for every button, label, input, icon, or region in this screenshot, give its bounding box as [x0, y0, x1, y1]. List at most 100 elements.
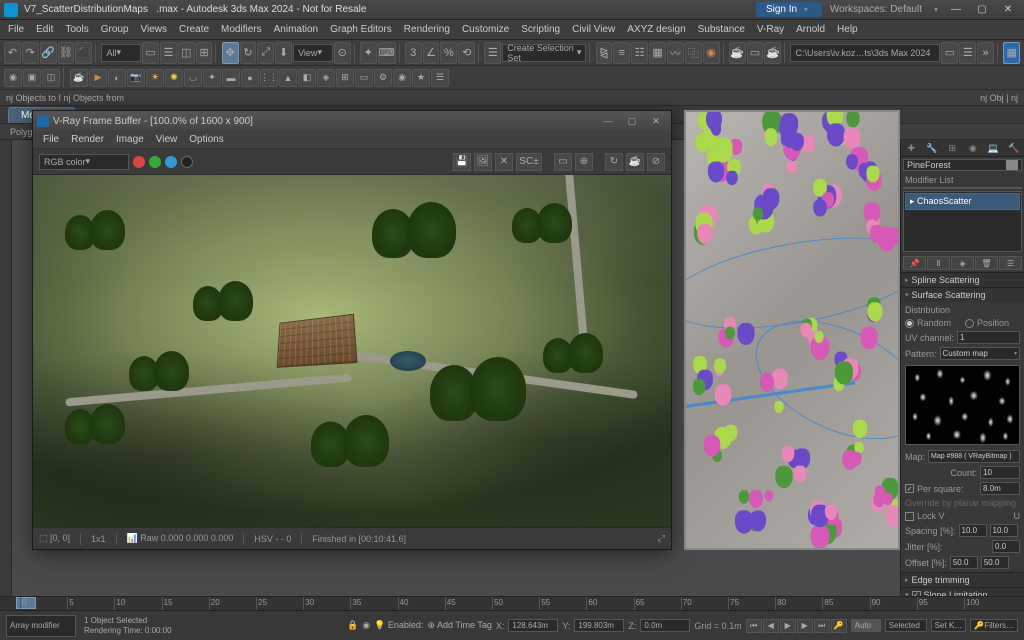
- vray-lister[interactable]: ☰: [431, 69, 449, 87]
- play-icon[interactable]: ▶: [780, 619, 796, 633]
- vfb-menu-view[interactable]: View: [150, 134, 184, 145]
- unique-icon[interactable]: ◈: [951, 256, 974, 270]
- next-frame-icon[interactable]: ▶: [797, 619, 813, 633]
- vfb-green-channel-icon[interactable]: [149, 156, 161, 168]
- uv-channel-input[interactable]: 1: [957, 331, 1020, 344]
- curve-editor[interactable]: 〰: [667, 42, 684, 64]
- vfb-minimize[interactable]: —: [597, 114, 619, 128]
- project-more[interactable]: »: [977, 42, 994, 64]
- window-crossing-button[interactable]: ⊞: [196, 42, 213, 64]
- z-coord[interactable]: 0.0m: [640, 619, 690, 632]
- angle-snap[interactable]: ∠: [423, 42, 440, 64]
- minimize-button[interactable]: —: [944, 2, 968, 18]
- maxscript-listener[interactable]: Array modifier: [6, 615, 76, 637]
- isolate-icon[interactable]: ◉: [362, 620, 370, 631]
- menu-create[interactable]: Create: [173, 22, 215, 37]
- scale-button[interactable]: ⤢: [257, 42, 274, 64]
- vray-clipper[interactable]: ◧: [298, 69, 316, 87]
- vray-proxy[interactable]: ▲: [279, 69, 297, 87]
- render-frame[interactable]: ▭: [747, 42, 764, 64]
- viewport-area[interactable]: V-Ray Frame Buffer - [100.0% of 1600 x 9…: [12, 140, 900, 596]
- menu-civil-view[interactable]: Civil View: [566, 22, 621, 37]
- persquare-check[interactable]: ✓: [905, 484, 914, 493]
- keyboard-button[interactable]: ⌨: [378, 42, 396, 64]
- menu-views[interactable]: Views: [135, 22, 174, 37]
- vfb-menu-render[interactable]: Render: [65, 134, 110, 145]
- vfb-channel-combo[interactable]: RGB color ▾: [39, 154, 129, 170]
- menu-file[interactable]: File: [2, 22, 30, 37]
- vfb-trackmouse-icon[interactable]: ⊕: [575, 153, 593, 171]
- vray-instancer[interactable]: ⊞: [336, 69, 354, 87]
- vray-cam[interactable]: 📷: [127, 69, 145, 87]
- vray-mtl[interactable]: ◉: [393, 69, 411, 87]
- vfb-titlebar[interactable]: V-Ray Frame Buffer - [100.0% of 1600 x 9…: [33, 111, 671, 131]
- x-coord[interactable]: 128.643m: [508, 619, 558, 632]
- layers-button[interactable]: ☷: [631, 42, 648, 64]
- setkey-button[interactable]: Set K…: [931, 619, 967, 632]
- menu-axyz-design[interactable]: AXYZ design: [621, 22, 691, 37]
- goto-end-icon[interactable]: ⏭: [814, 619, 830, 633]
- maximize-button[interactable]: ▢: [970, 2, 994, 18]
- bind-button[interactable]: ⚫: [75, 42, 92, 64]
- radio-position[interactable]: [965, 319, 974, 328]
- selection-set-combo[interactable]: Create Selection Set ▾: [502, 44, 586, 62]
- motion-tab-icon[interactable]: ◉: [965, 140, 981, 156]
- menu-scripting[interactable]: Scripting: [515, 22, 566, 37]
- render-button[interactable]: ☕: [764, 42, 781, 64]
- move-button[interactable]: ✥: [222, 42, 239, 64]
- vfb-save-icon[interactable]: 💾: [453, 153, 471, 171]
- manipulate-button[interactable]: ✦: [360, 42, 377, 64]
- vray-dome[interactable]: ◡: [184, 69, 202, 87]
- vfb-sc-button[interactable]: SC±: [516, 153, 542, 171]
- prev-frame-icon[interactable]: ◀: [763, 619, 779, 633]
- snap-toggle[interactable]: 3: [405, 42, 422, 64]
- vray-light[interactable]: ☀: [146, 69, 164, 87]
- radio-random[interactable]: [905, 319, 914, 328]
- vfb-stop-icon[interactable]: ⊘: [647, 153, 665, 171]
- vray-ipr[interactable]: ▶: [89, 69, 107, 87]
- select-button[interactable]: ▭: [142, 42, 159, 64]
- schematic-view[interactable]: ⿻: [685, 42, 702, 64]
- vray-frame-buffer-window[interactable]: V-Ray Frame Buffer - [100.0% of 1600 x 9…: [32, 110, 672, 550]
- unlink-button[interactable]: ⛓: [58, 42, 75, 64]
- sel-lock[interactable]: ▣: [23, 69, 41, 87]
- mirror-button[interactable]: ⧎: [596, 42, 613, 64]
- vray-ies[interactable]: ✦: [203, 69, 221, 87]
- vfb-maximize[interactable]: ▢: [621, 114, 643, 128]
- placement-button[interactable]: ⬇: [275, 42, 292, 64]
- persquare-input[interactable]: 8.0m: [980, 482, 1020, 495]
- rollout-slope-limitation[interactable]: ✓Slope Limitation: [901, 588, 1024, 596]
- rotate-button[interactable]: ↻: [240, 42, 257, 64]
- hierarchy-tab-icon[interactable]: ⊞: [944, 140, 960, 156]
- count-input[interactable]: 10: [980, 466, 1020, 479]
- project-btn2[interactable]: ☰: [959, 42, 976, 64]
- percent-snap[interactable]: %: [440, 42, 457, 64]
- map-slot[interactable]: Map #988 ( VRayBitmap ): [928, 450, 1020, 463]
- key-mode-icon[interactable]: 🔑: [831, 619, 847, 633]
- vfb-menu-image[interactable]: Image: [110, 134, 150, 145]
- pivot-button[interactable]: ⊙: [334, 42, 351, 64]
- link-button[interactable]: 🔗: [40, 42, 57, 64]
- vfb-region-icon[interactable]: ▭: [554, 153, 572, 171]
- vfb-menu-file[interactable]: File: [37, 134, 65, 145]
- close-button[interactable]: ✕: [996, 2, 1020, 18]
- menu-graph-editors[interactable]: Graph Editors: [324, 22, 398, 37]
- isolate-button[interactable]: ◉: [4, 69, 22, 87]
- timeline-ruler[interactable]: 0510152025303540455055606570758085909510…: [0, 597, 1024, 611]
- spinner-snap[interactable]: ⟲: [458, 42, 475, 64]
- vfb-expand-icon[interactable]: ⤢: [658, 533, 665, 544]
- material-editor[interactable]: ◉: [703, 42, 720, 64]
- render-setup[interactable]: ☕: [729, 42, 746, 64]
- show-end-icon[interactable]: Ⅱ: [927, 256, 950, 270]
- menu-rendering[interactable]: Rendering: [398, 22, 456, 37]
- menu-arnold[interactable]: Arnold: [790, 22, 831, 37]
- select-region-button[interactable]: ◫: [178, 42, 195, 64]
- menu-help[interactable]: Help: [831, 22, 864, 37]
- modifier-list-combo[interactable]: [903, 187, 1022, 189]
- modifier-stack[interactable]: ▸ ChaosScatter: [903, 191, 1022, 252]
- rollout-spline-scattering[interactable]: Spline Scattering: [901, 273, 1024, 287]
- vray-plane[interactable]: ▬: [222, 69, 240, 87]
- rollout-surface-scattering[interactable]: Surface Scattering: [901, 288, 1024, 302]
- vray-last[interactable]: ◐: [108, 69, 126, 87]
- toggle-ribbon[interactable]: ▦: [649, 42, 666, 64]
